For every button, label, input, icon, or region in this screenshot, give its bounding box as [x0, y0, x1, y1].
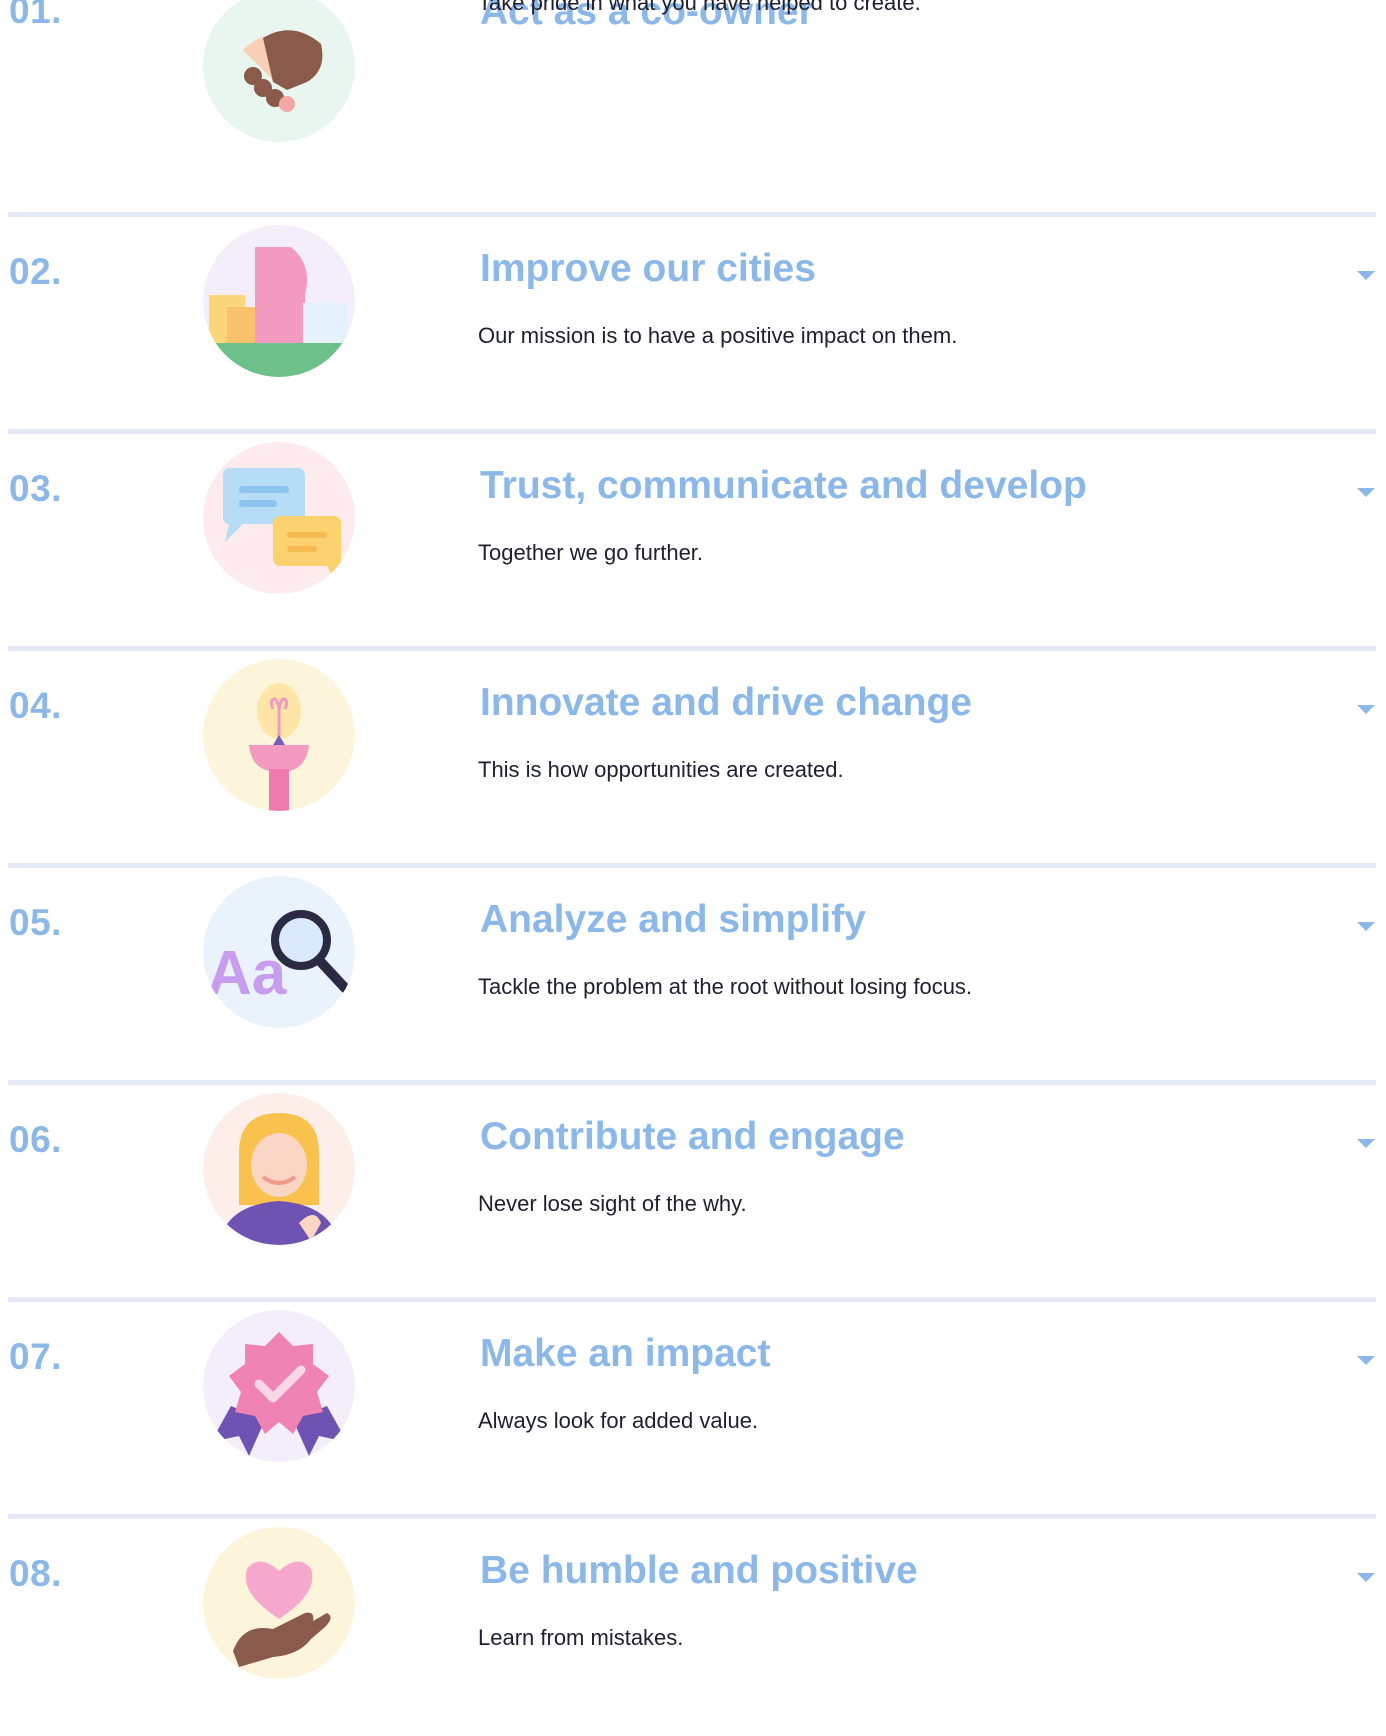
accordion-item[interactable]: 07. Make an impact Always look for added… — [0, 1302, 1386, 1519]
magnifier-text-icon: Aa — [203, 876, 355, 1028]
badge-check-icon — [203, 1310, 355, 1462]
lightbulb-icon — [203, 659, 355, 811]
handshake-icon — [203, 0, 355, 142]
city-buildings-icon — [203, 225, 355, 377]
item-title: Innovate and drive change — [480, 681, 972, 724]
item-title: Analyze and simplify — [480, 898, 866, 941]
person-icon — [203, 1093, 355, 1245]
item-title: Make an impact — [480, 1332, 771, 1375]
chevron-down-icon[interactable] — [1357, 922, 1375, 931]
item-number: 04. — [9, 685, 62, 726]
chevron-down-icon[interactable] — [1357, 1573, 1375, 1582]
item-title: Be humble and positive — [480, 1549, 918, 1592]
item-description: Take pride in what you have helped to cr… — [478, 0, 921, 15]
item-description: Learn from mistakes. — [478, 1625, 684, 1650]
item-description: Tackle the problem at the root without l… — [478, 974, 973, 999]
item-number: 08. — [9, 1553, 62, 1594]
accordion-item[interactable]: 03. Trust, communicate and develop Toget… — [0, 434, 1386, 651]
values-accordion: 01. Act as a co-owner Take pride in what… — [0, 0, 1386, 1736]
item-number: 02. — [9, 251, 62, 292]
accordion-item[interactable]: 08. Be humble and positive Learn from mi… — [0, 1519, 1386, 1736]
heart-hand-icon — [203, 1527, 355, 1679]
accordion-item[interactable]: 01. Act as a co-owner Take pride in what… — [0, 0, 1386, 217]
item-number: 01. — [9, 0, 62, 31]
chevron-down-icon[interactable] — [1357, 705, 1375, 714]
item-number: 07. — [9, 1336, 62, 1377]
item-number: 06. — [9, 1119, 62, 1160]
chat-bubbles-icon — [203, 442, 355, 594]
item-title: Improve our cities — [480, 247, 816, 290]
item-description: Our mission is to have a positive impact… — [478, 323, 958, 348]
item-number: 05. — [9, 902, 62, 943]
item-title: Trust, communicate and develop — [480, 464, 1087, 507]
chevron-down-icon[interactable] — [1357, 1356, 1375, 1365]
item-title: Contribute and engage — [480, 1115, 905, 1158]
item-description: Together we go further. — [478, 540, 704, 565]
accordion-item[interactable]: 02. Improve our cities Our mission is to… — [0, 217, 1386, 434]
item-description: Never lose sight of the why. — [478, 1191, 747, 1216]
chevron-down-icon[interactable] — [1357, 271, 1375, 280]
item-number: 03. — [9, 468, 62, 509]
item-description: Always look for added value. — [478, 1408, 759, 1433]
chevron-down-icon[interactable] — [1357, 1139, 1375, 1148]
accordion-item[interactable]: 05. Aa Analyze and simplify Tackle the p… — [0, 868, 1386, 1085]
accordion-item[interactable]: 04. Innovate and drive change This is ho… — [0, 651, 1386, 868]
chevron-down-icon[interactable] — [1357, 488, 1375, 497]
item-description: This is how opportunities are created. — [478, 757, 844, 782]
accordion-item[interactable]: 06. Contribute and engage Never lose sig… — [0, 1085, 1386, 1302]
